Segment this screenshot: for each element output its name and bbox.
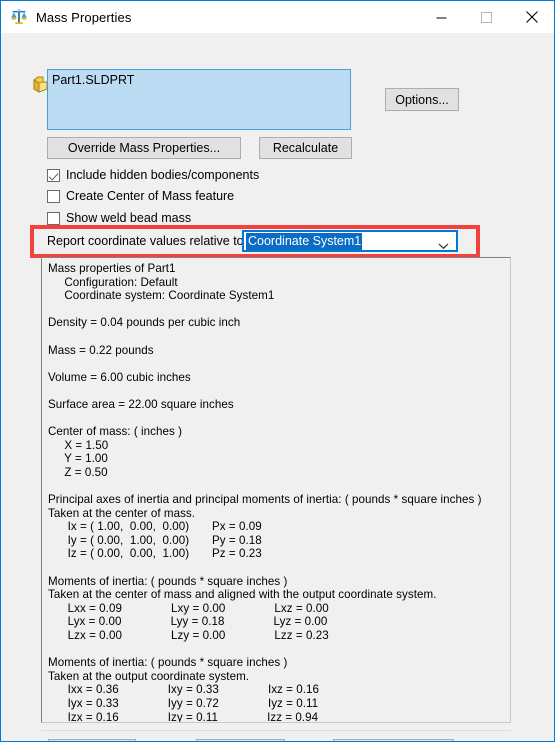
checkbox-show-weld-bead-mass[interactable]: Show weld bead mass xyxy=(47,210,191,226)
report-coordinate-label: Report coordinate values relative to: xyxy=(47,234,248,248)
checkbox-create-center-of-mass-feature-box[interactable] xyxy=(47,189,60,203)
checkbox-show-weld-bead-mass-label: Show weld bead mass xyxy=(66,211,192,225)
coordinate-system-combobox[interactable]: Coordinate System1 xyxy=(242,230,458,252)
options-button[interactable]: Options... xyxy=(385,88,459,111)
maximize-button[interactable] xyxy=(464,1,509,33)
checkbox-create-center-of-mass-feature[interactable]: Create Center of Mass feature xyxy=(47,188,234,204)
balance-scale-icon xyxy=(10,8,28,26)
close-button[interactable] xyxy=(509,1,554,33)
window-controls xyxy=(419,1,554,33)
dialog-body: Part1.SLDPRT Options... Override Mass Pr… xyxy=(2,33,554,741)
checkbox-include-hidden-bodies-box[interactable] xyxy=(47,168,60,182)
checkbox-include-hidden-bodies-label: Include hidden bodies/components xyxy=(66,168,260,182)
checkbox-show-weld-bead-mass-box[interactable] xyxy=(47,211,60,225)
window-title: Mass Properties xyxy=(36,9,132,25)
recalculate-button[interactable]: Recalculate xyxy=(259,137,352,159)
results-text-panel[interactable]: Mass properties of Part1 Configuration: … xyxy=(41,257,511,723)
results-text: Mass properties of Part1 Configuration: … xyxy=(48,262,482,723)
footer-divider xyxy=(41,730,511,731)
checkbox-include-hidden-bodies[interactable]: Include hidden bodies/components xyxy=(47,167,259,183)
checkbox-create-center-of-mass-feature-label: Create Center of Mass feature xyxy=(66,189,235,203)
coordinate-system-selected-value: Coordinate System1 xyxy=(246,232,363,250)
mass-properties-dialog: Mass Properties Part1.SLDPRT Options... … xyxy=(0,0,555,742)
selected-part-name: Part1.SLDPRT xyxy=(52,73,135,87)
title-bar: Mass Properties xyxy=(1,1,554,33)
minimize-button[interactable] xyxy=(419,1,464,33)
selection-list-box[interactable]: Part1.SLDPRT xyxy=(47,69,351,130)
chevron-down-icon[interactable] xyxy=(438,237,449,250)
override-mass-properties-button[interactable]: Override Mass Properties... xyxy=(47,137,241,159)
